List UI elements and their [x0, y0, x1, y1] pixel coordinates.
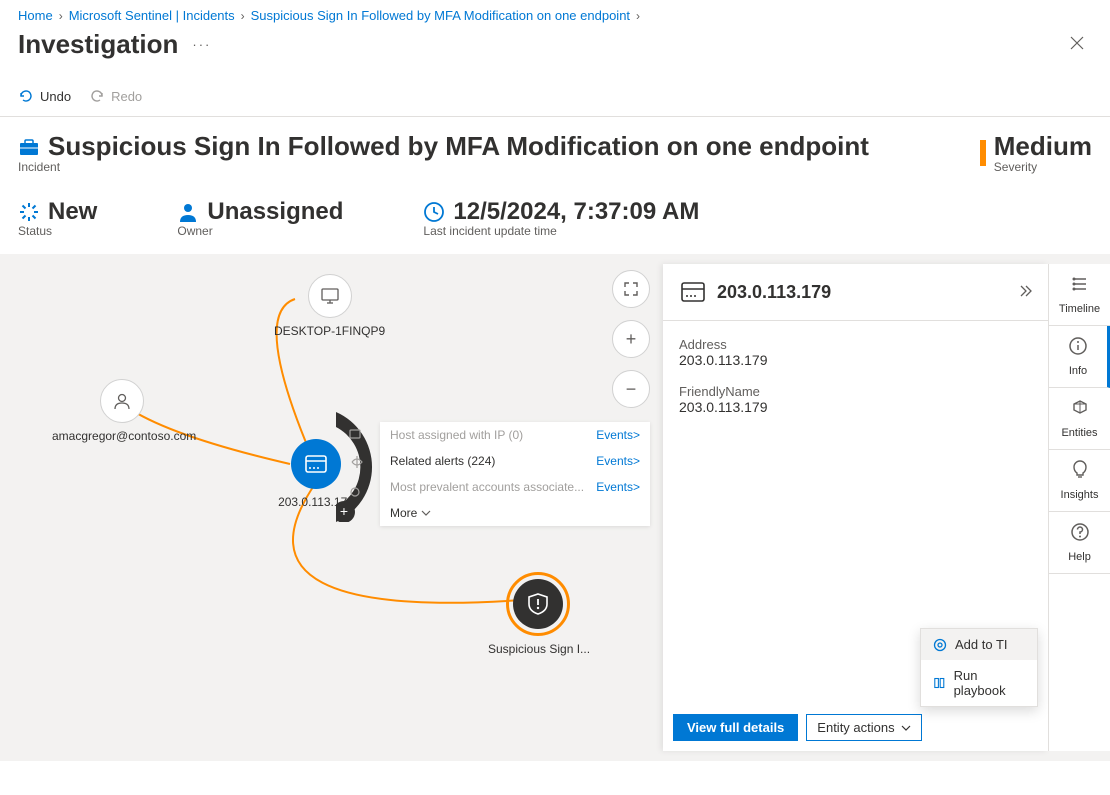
breadcrumb-incident[interactable]: Suspicious Sign In Followed by MFA Modif… — [251, 8, 630, 23]
view-full-details-button[interactable]: View full details — [673, 714, 798, 741]
entity-details-panel: 203.0.113.179 Address 203.0.113.179 Frie… — [663, 264, 1048, 751]
rail-help[interactable]: Help — [1049, 512, 1110, 574]
breadcrumb-home[interactable]: Home — [18, 8, 53, 23]
info-icon — [1068, 336, 1088, 361]
incident-title-label: Incident — [18, 160, 869, 174]
redo-button[interactable]: Redo — [89, 88, 142, 104]
browser-icon — [679, 278, 707, 306]
undo-button[interactable]: Undo — [18, 88, 71, 104]
more-actions-button[interactable]: ··· — [192, 37, 211, 52]
page-title: Investigation — [18, 29, 178, 60]
update-time-label: Last incident update time — [423, 224, 699, 238]
timeline-icon — [1070, 274, 1090, 299]
lightbulb-icon — [1070, 460, 1090, 485]
collapse-panel-button[interactable] — [1018, 284, 1032, 301]
rail-info[interactable]: Info — [1049, 326, 1110, 388]
events-link[interactable]: Events> — [596, 480, 640, 494]
field-address: Address 203.0.113.179 — [679, 337, 1032, 368]
entities-icon — [1070, 398, 1090, 423]
node-host[interactable]: DESKTOP-1FINQP9 — [274, 274, 385, 338]
redo-label: Redo — [111, 89, 142, 104]
right-rail: Timeline Info Entities Insights Help — [1048, 264, 1110, 751]
rail-entities[interactable]: Entities — [1049, 388, 1110, 450]
target-icon — [933, 638, 947, 652]
breadcrumb: Home › Microsoft Sentinel | Incidents › … — [0, 0, 1110, 27]
severity-bar-icon — [980, 140, 986, 166]
status-label: Status — [18, 224, 97, 238]
run-playbook-item[interactable]: Run playbook — [921, 660, 1037, 706]
zoom-controls: + − — [612, 270, 650, 408]
chevron-right-icon: › — [636, 9, 640, 23]
expansion-row-accounts[interactable]: Most prevalent accounts associate... Eve… — [380, 474, 650, 500]
status-value: New — [48, 198, 97, 226]
shield-alert-icon — [525, 591, 551, 617]
entity-actions-flyout: Add to TI Run playbook — [920, 628, 1038, 707]
status-stat: New Status — [18, 198, 97, 238]
entity-actions-button[interactable]: Entity actions — [806, 714, 921, 741]
close-icon — [1070, 36, 1084, 50]
fit-screen-icon — [623, 281, 639, 297]
chevron-right-icon: › — [241, 9, 245, 23]
zoom-out-button[interactable]: − — [612, 370, 650, 408]
incident-summary: Suspicious Sign In Followed by MFA Modif… — [0, 117, 1110, 254]
chevron-right-icon: › — [59, 9, 63, 23]
expansion-panel: Host assigned with IP (0) Events> Relate… — [380, 422, 650, 526]
field-friendlyname: FriendlyName 203.0.113.179 — [679, 384, 1032, 415]
chevron-down-icon — [421, 508, 431, 518]
status-new-icon — [18, 201, 40, 223]
node-host-label: DESKTOP-1FINQP9 — [274, 324, 385, 338]
briefcase-icon — [18, 136, 40, 158]
close-button[interactable] — [1062, 30, 1092, 59]
rail-timeline[interactable]: Timeline — [1049, 264, 1110, 326]
events-link[interactable]: Events> — [596, 454, 640, 468]
browser-icon — [303, 451, 329, 477]
node-account[interactable]: amacgregor@contoso.com — [52, 379, 192, 443]
expansion-row-hosts[interactable]: Host assigned with IP (0) Events> — [380, 422, 650, 448]
owner-stat: Unassigned Owner — [177, 198, 343, 238]
undo-label: Undo — [40, 89, 71, 104]
undo-icon — [18, 88, 34, 104]
incident-title: Suspicious Sign In Followed by MFA Modif… — [48, 131, 869, 162]
plus-icon[interactable]: + — [340, 503, 348, 519]
severity-value: Medium — [994, 131, 1092, 162]
investigation-graph[interactable]: DESKTOP-1FINQP9 amacgregor@contoso.com 2… — [0, 254, 1110, 761]
owner-label: Owner — [177, 224, 343, 238]
redo-icon — [89, 88, 105, 104]
expansion-more[interactable]: More — [380, 500, 650, 526]
node-alert[interactable]: Suspicious Sign I... — [488, 572, 588, 656]
update-time-stat: 12/5/2024, 7:37:09 AM Last incident upda… — [423, 198, 699, 238]
entity-title: 203.0.113.179 — [717, 282, 831, 303]
node-alert-label: Suspicious Sign I... — [488, 642, 588, 656]
add-to-ti-item[interactable]: Add to TI — [921, 629, 1037, 660]
node-account-label: amacgregor@contoso.com — [52, 429, 192, 443]
fit-to-screen-button[interactable] — [612, 270, 650, 308]
page-header: Investigation ··· — [0, 27, 1110, 68]
severity-label: Severity — [994, 160, 1092, 174]
zoom-in-button[interactable]: + — [612, 320, 650, 358]
update-time-value: 12/5/2024, 7:37:09 AM — [453, 198, 699, 226]
owner-value: Unassigned — [207, 198, 343, 226]
events-link[interactable]: Events> — [596, 428, 640, 442]
clock-icon — [423, 201, 445, 223]
help-icon — [1070, 522, 1090, 547]
breadcrumb-sentinel[interactable]: Microsoft Sentinel | Incidents — [69, 8, 235, 23]
node-context-arc[interactable]: + — [336, 412, 380, 522]
user-icon — [112, 391, 132, 411]
playbook-icon — [933, 676, 946, 690]
expansion-row-alerts[interactable]: Related alerts (224) Events> — [380, 448, 650, 474]
toolbar: Undo Redo — [0, 68, 1110, 117]
chevron-down-icon — [901, 723, 911, 733]
chevron-right-double-icon — [1018, 284, 1032, 298]
rail-insights[interactable]: Insights — [1049, 450, 1110, 512]
monitor-icon — [320, 286, 340, 306]
person-icon — [177, 201, 199, 223]
